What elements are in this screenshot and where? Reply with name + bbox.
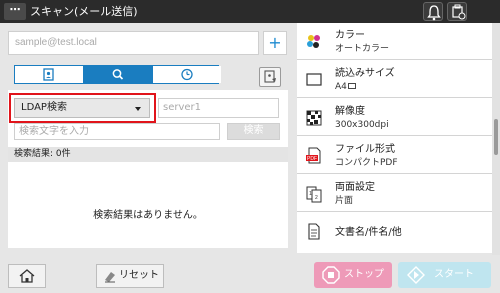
setting-duplex-value: 片面 — [335, 196, 354, 206]
eraser-icon — [105, 272, 115, 283]
setting-document-name[interactable]: 文書名/件名/他 — [297, 213, 492, 250]
paper-size-icon — [306, 73, 322, 86]
result-count: 0件 — [55, 149, 71, 159]
tab-history[interactable] — [153, 66, 221, 83]
scrollbar-thumb[interactable] — [494, 119, 498, 155]
title-bar: ⋯ スキャン(メール送信) — [0, 0, 500, 23]
bottom-bar: リセット ストップ スタート — [0, 255, 500, 293]
search-result-header: 検索結果: 0件 — [8, 147, 288, 162]
no-results-message: 検索結果はありません。 — [93, 210, 203, 221]
pdf-file-icon: PDF — [306, 147, 321, 164]
home-icon — [19, 269, 35, 283]
setting-resolution-title: 解像度 — [335, 106, 365, 117]
setting-document-name-title: 文書名/件名/他 — [335, 227, 402, 238]
start-icon — [407, 266, 425, 284]
ldap-search-panel: LDAP検索 server1 検索文字を入力 検索 検索結果: 0件 検索結果は… — [8, 90, 288, 248]
setting-duplex-title: 両面設定 — [335, 182, 375, 193]
destination-panel: sample@test.local + LDAP検索 server1 検索文字を… — [8, 31, 288, 248]
settings-scrollbar[interactable] — [492, 23, 500, 255]
result-label: 検索結果: — [14, 149, 54, 159]
setting-file-type-value: コンパクトPDF — [335, 158, 398, 168]
server-field[interactable]: server1 — [158, 98, 279, 118]
setting-scan-size-title: 読込みサイズ — [335, 68, 395, 79]
stop-label: ストップ — [344, 269, 384, 280]
orientation-icon — [347, 83, 356, 89]
history-clock-icon — [181, 68, 193, 81]
page-title: スキャン(メール送信) — [30, 5, 138, 18]
svg-text:1: 1 — [309, 191, 312, 197]
setting-file-type[interactable]: PDF ファイル形式 コンパクトPDF — [297, 137, 492, 174]
keyword-input[interactable]: 検索文字を入力 — [14, 123, 220, 140]
tab-search[interactable] — [84, 66, 153, 83]
device-status-icon[interactable] — [447, 2, 467, 21]
search-icon — [112, 69, 124, 80]
resolution-grid-icon — [306, 110, 322, 126]
duplex-pages-icon: 12 — [306, 186, 322, 203]
start-label: スタート — [434, 269, 474, 280]
scan-settings-panel: カラー オートカラー 読込みサイズ A4 解像度 300x300dpi PDF … — [297, 23, 492, 253]
start-button[interactable]: スタート — [398, 262, 491, 288]
address-list-icon[interactable] — [259, 67, 281, 87]
reset-button[interactable]: リセット — [96, 264, 164, 288]
stop-icon — [322, 266, 340, 284]
scan-size-text: A4 — [335, 82, 347, 92]
svg-text:2: 2 — [315, 195, 318, 201]
color-dots-icon — [307, 35, 320, 48]
document-icon — [308, 223, 320, 240]
stop-button[interactable]: ストップ — [314, 262, 392, 288]
setting-resolution[interactable]: 解像度 300x300dpi — [297, 99, 492, 136]
tab-address-book[interactable] — [15, 66, 84, 83]
setting-resolution-value: 300x300dpi — [335, 120, 389, 130]
setting-color-title: カラー — [335, 30, 365, 41]
email-address-field[interactable]: sample@test.local — [8, 31, 259, 55]
add-destination-button[interactable]: + — [263, 31, 287, 55]
search-button[interactable]: 検索 — [227, 123, 280, 140]
bell-icon[interactable] — [423, 2, 443, 21]
setting-scan-size-value: A4 — [335, 82, 356, 93]
svg-text:PDF: PDF — [307, 156, 317, 162]
reset-label: リセット — [119, 270, 159, 281]
setting-file-type-title: ファイル形式 — [335, 144, 395, 155]
home-button[interactable] — [8, 264, 46, 288]
highlight-outline — [9, 93, 156, 123]
destination-tabs — [14, 65, 221, 84]
address-book-icon — [43, 68, 54, 81]
menu-button[interactable]: ⋯ — [4, 3, 26, 20]
setting-color-value: オートカラー — [335, 44, 390, 54]
setting-color[interactable]: カラー オートカラー — [297, 23, 492, 60]
setting-scan-size[interactable]: 読込みサイズ A4 — [297, 61, 492, 98]
setting-duplex[interactable]: 12 両面設定 片面 — [297, 175, 492, 212]
